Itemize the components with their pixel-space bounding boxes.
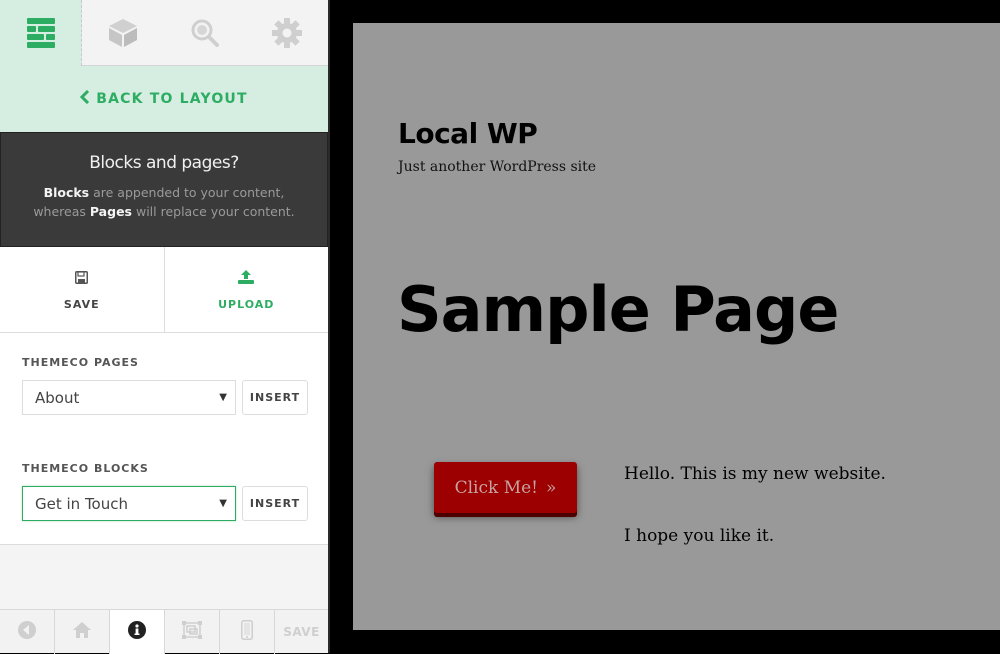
back-to-layout-link[interactable]: BACK TO LAYOUT	[80, 89, 248, 108]
caret-down-icon: ▼	[219, 498, 227, 509]
tab-settings[interactable]	[246, 0, 328, 66]
home-icon	[73, 622, 91, 642]
paragraph-hello: Hello. This is my new website.	[624, 464, 886, 484]
collapse-button[interactable]	[0, 610, 55, 654]
template-actions: SAVE UPLOAD	[0, 247, 328, 333]
page-preview: Local WP Just another WordPress site Sam…	[353, 23, 1000, 630]
back-bar: BACK TO LAYOUT	[0, 66, 328, 132]
site-description: Just another WordPress site	[398, 159, 597, 175]
upload-template-button[interactable]: UPLOAD	[163, 247, 329, 332]
mobile-preview-button[interactable]	[220, 610, 275, 654]
page-title: Sample Page	[397, 273, 839, 346]
click-me-button[interactable]: Click Me! »	[434, 462, 577, 513]
tab-inspector[interactable]	[164, 0, 246, 66]
arrow-left-circle-icon	[18, 621, 36, 643]
info-icon	[128, 621, 146, 643]
paragraph-hope: I hope you like it.	[624, 526, 775, 546]
info-title: Blocks and pages?	[89, 153, 239, 173]
back-to-layout-label: BACK TO LAYOUT	[96, 91, 248, 107]
info-line1: are appended to your content,	[89, 185, 285, 200]
info-box: Blocks and pages? Blocks are appended to…	[0, 132, 328, 247]
tab-elements[interactable]	[82, 0, 164, 66]
save-label: SAVE	[63, 297, 100, 311]
themeco-pages-selected: About	[35, 388, 80, 407]
chevron-left-icon	[80, 89, 90, 108]
themeco-pages-group: THEMECO PAGES About ▼ INSERT	[22, 356, 312, 415]
themeco-pages-select[interactable]: About ▼	[22, 380, 236, 415]
themeco-pages-label: THEMECO PAGES	[22, 356, 139, 369]
layout-blocks-icon	[26, 18, 55, 48]
home-button[interactable]	[55, 610, 110, 654]
info-blocks-term: Blocks	[43, 185, 90, 200]
resize-frame-icon	[182, 621, 202, 643]
insert-page-button[interactable]: INSERT	[242, 380, 308, 415]
info-line2: will replace your content.	[132, 204, 295, 219]
template-form: THEMECO PAGES About ▼ INSERT THEMECO BLO…	[0, 333, 328, 545]
bottom-save-button[interactable]: SAVE	[275, 610, 328, 654]
click-me-label: Click Me!	[454, 477, 538, 498]
info-button[interactable]	[110, 610, 165, 654]
mobile-phone-icon	[241, 620, 253, 644]
site-title[interactable]: Local WP	[398, 117, 538, 150]
upload-icon	[238, 269, 255, 288]
insert-block-button[interactable]: INSERT	[242, 486, 308, 521]
info-line2-pre: whereas	[33, 204, 90, 219]
save-template-button[interactable]: SAVE	[0, 247, 164, 332]
caret-down-icon: ▼	[219, 392, 227, 403]
info-text: Blocks are appended to your content, whe…	[1, 183, 327, 221]
bottom-save-label: SAVE	[283, 625, 320, 639]
themeco-blocks-selected: Get in Touch	[35, 494, 128, 513]
floppy-disk-icon	[75, 269, 89, 288]
cube-icon	[108, 18, 138, 48]
responsive-preview-button[interactable]	[165, 610, 220, 654]
sidebar-tabs	[0, 0, 328, 66]
magnifier-icon	[190, 18, 220, 48]
themeco-blocks-group: THEMECO BLOCKS Get in Touch ▼ INSERT	[22, 462, 312, 521]
themeco-blocks-label: THEMECO BLOCKS	[22, 462, 149, 475]
info-pages-term: Pages	[89, 204, 132, 219]
tab-layout[interactable]	[0, 0, 82, 66]
upload-label: UPLOAD	[218, 297, 275, 311]
themeco-blocks-select[interactable]: Get in Touch ▼	[22, 486, 236, 521]
builder-sidebar: BACK TO LAYOUT Blocks and pages? Blocks …	[0, 0, 330, 654]
gear-icon	[272, 17, 302, 48]
double-chevron-right-icon: »	[546, 477, 557, 498]
bottom-toolbar: SAVE	[0, 609, 328, 654]
